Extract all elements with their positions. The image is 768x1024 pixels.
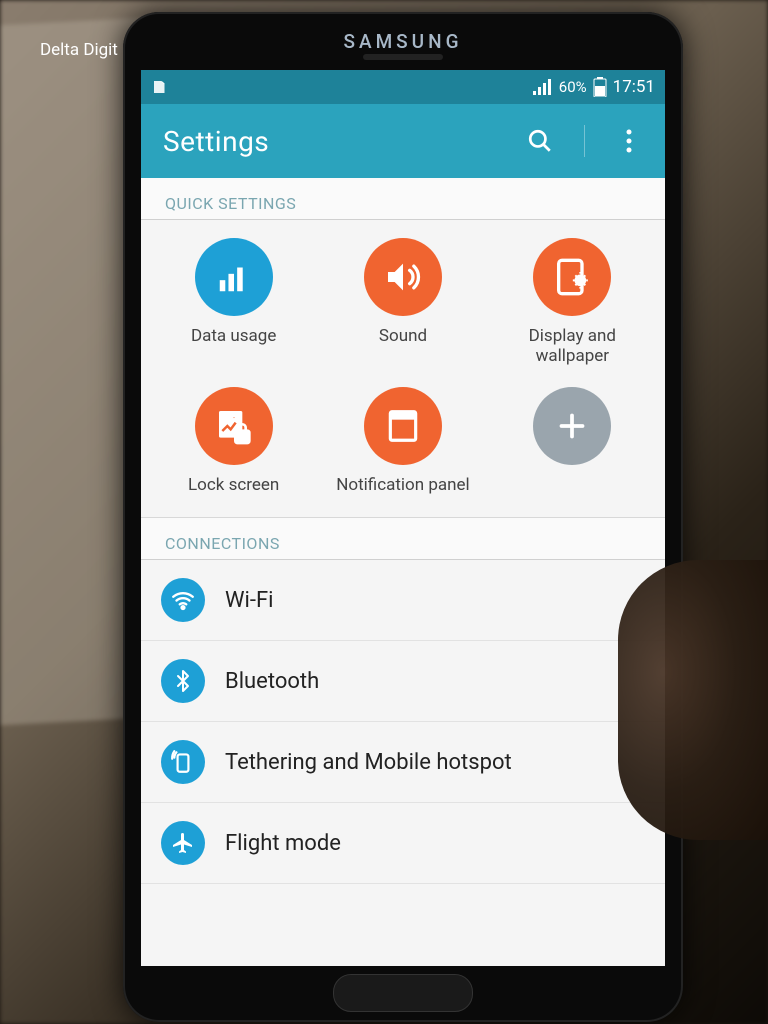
notification-panel-icon <box>364 387 442 465</box>
search-icon <box>527 128 553 154</box>
list-item-flight-mode[interactable]: Flight mode <box>141 803 665 884</box>
quick-item-add[interactable] <box>488 387 657 495</box>
sim-card-icon <box>151 78 169 96</box>
signal-icon <box>533 79 553 95</box>
sound-icon <box>364 238 442 316</box>
app-bar: Settings <box>141 104 665 178</box>
section-header-connections: CONNECTIONS <box>141 518 665 560</box>
bluetooth-icon <box>161 659 205 703</box>
connections-list: Wi-Fi Bluetooth Tethering and Mobile hot… <box>141 560 665 884</box>
quick-item-label: Sound <box>379 326 427 346</box>
battery-icon <box>593 77 607 97</box>
quick-item-label: Notification panel <box>336 475 469 495</box>
page-title: Settings <box>163 125 269 158</box>
quick-item-label: Lock screen <box>188 475 279 495</box>
wifi-icon <box>161 578 205 622</box>
list-item-label: Wi-Fi <box>225 588 273 613</box>
phone-device: SAMSUNG 60% 17:51 Settings <box>123 12 683 1022</box>
phone-brand-label: SAMSUNG <box>343 30 462 53</box>
overflow-menu-button[interactable] <box>615 127 643 155</box>
list-item-tethering[interactable]: Tethering and Mobile hotspot <box>141 722 665 803</box>
tethering-icon <box>161 740 205 784</box>
list-item-label: Flight mode <box>225 831 341 856</box>
display-icon <box>533 238 611 316</box>
quick-item-lock-screen[interactable]: Lock screen <box>149 387 318 495</box>
quick-settings-grid: Data usage Sound Display and wallpaper L… <box>141 220 665 518</box>
lock-screen-icon <box>195 387 273 465</box>
list-item-label: Bluetooth <box>225 669 319 694</box>
hand-thumb <box>618 560 768 840</box>
flight-mode-icon <box>161 821 205 865</box>
section-header-quick: QUICK SETTINGS <box>141 178 665 220</box>
quick-item-display[interactable]: Display and wallpaper <box>488 238 657 367</box>
data-usage-icon <box>195 238 273 316</box>
quick-item-sound[interactable]: Sound <box>318 238 487 367</box>
watermark-text: Delta Digit <box>40 40 118 60</box>
battery-percentage: 60% <box>559 78 587 96</box>
list-item-wifi[interactable]: Wi-Fi <box>141 560 665 641</box>
phone-speaker <box>363 54 443 60</box>
home-button[interactable] <box>333 974 473 1012</box>
clock-time: 17:51 <box>613 77 655 97</box>
appbar-divider <box>584 125 585 157</box>
list-item-label: Tethering and Mobile hotspot <box>225 750 512 775</box>
status-bar: 60% 17:51 <box>141 70 665 104</box>
list-item-bluetooth[interactable]: Bluetooth <box>141 641 665 722</box>
search-button[interactable] <box>526 127 554 155</box>
quick-item-data-usage[interactable]: Data usage <box>149 238 318 367</box>
quick-item-notification-panel[interactable]: Notification panel <box>318 387 487 495</box>
more-vert-icon <box>625 129 633 153</box>
plus-icon <box>533 387 611 465</box>
phone-screen: 60% 17:51 Settings QUICK SETTINGS <box>141 70 665 966</box>
quick-item-label: Display and wallpaper <box>502 326 642 367</box>
quick-item-label: Data usage <box>191 326 276 346</box>
